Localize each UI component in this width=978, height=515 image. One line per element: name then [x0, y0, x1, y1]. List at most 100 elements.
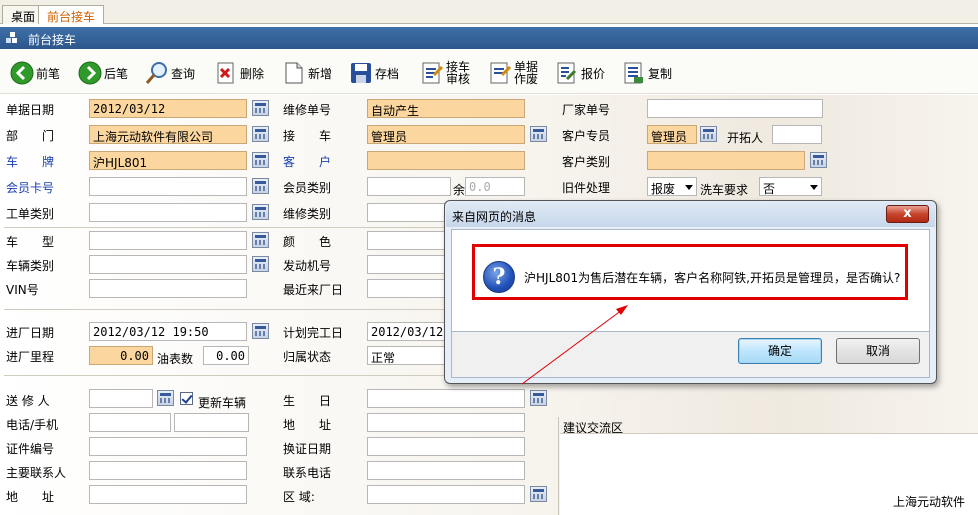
- wash-select[interactable]: 否: [759, 177, 822, 196]
- contact-field[interactable]: [89, 461, 247, 480]
- customer-agent-label: 客户专员: [562, 129, 611, 143]
- repair-no-label: 维修单号: [283, 103, 332, 117]
- status-field[interactable]: 正常: [367, 346, 451, 365]
- old-parts-select[interactable]: 报废: [647, 177, 697, 196]
- dropdown-arrow-icon: [810, 185, 818, 190]
- plate-lookup-icon[interactable]: [252, 152, 269, 168]
- window-title-bar: 前台接车: [0, 27, 978, 49]
- address2-label: 地 址: [6, 490, 55, 504]
- member-card-field[interactable]: [89, 177, 247, 196]
- region-lookup-icon[interactable]: [530, 486, 547, 502]
- doc-date-field[interactable]: 2012/03/12: [89, 99, 247, 118]
- address1-field[interactable]: [367, 413, 525, 432]
- customer-agent-lookup-icon[interactable]: [700, 126, 717, 142]
- audit-button[interactable]: 接车 审核: [420, 58, 470, 88]
- sender-lookup-icon[interactable]: [157, 390, 174, 406]
- factory-no-label: 厂家单号: [562, 103, 611, 117]
- sender-field[interactable]: [89, 389, 153, 408]
- renew-date-label: 换证日期: [283, 442, 332, 456]
- window-title: 前台接车: [28, 33, 77, 47]
- repair-type-field[interactable]: [367, 203, 451, 222]
- arrow-right-icon: [78, 61, 102, 85]
- department-field[interactable]: 上海元动软件有限公司: [89, 125, 247, 144]
- birthday-label: 生 日: [283, 394, 332, 408]
- member-card-lookup-icon[interactable]: [252, 178, 269, 194]
- in-date-field[interactable]: 2012/03/12 19:50: [89, 322, 247, 341]
- renew-date-field[interactable]: [367, 437, 525, 456]
- copy-button[interactable]: 复制: [622, 58, 672, 88]
- customer-field[interactable]: [367, 151, 525, 170]
- ok-button[interactable]: 确定: [738, 338, 822, 364]
- birthday-calendar-icon[interactable]: [530, 390, 547, 406]
- receiver-label: 接 车: [283, 129, 332, 143]
- customer-type-field[interactable]: [647, 151, 805, 170]
- void-doc-icon: [490, 62, 512, 84]
- update-vehicle-label: 更新车辆: [198, 396, 247, 410]
- id-no-field[interactable]: [89, 437, 247, 456]
- member-type-label: 会员类别: [283, 181, 332, 195]
- dialog-footer: 确定 取消: [451, 332, 930, 378]
- department-lookup-icon[interactable]: [252, 126, 269, 142]
- engine-no-field[interactable]: [367, 255, 451, 274]
- model-lookup-icon[interactable]: [252, 232, 269, 248]
- vehicle-type-lookup-icon[interactable]: [252, 256, 269, 272]
- developer-field[interactable]: [772, 125, 822, 144]
- wash-label: 洗车要求: [700, 183, 749, 197]
- mobile-field[interactable]: [174, 413, 249, 432]
- vin-label: VIN号: [6, 283, 39, 297]
- cancel-button[interactable]: 取消: [836, 338, 920, 364]
- calendar-icon[interactable]: [252, 100, 269, 116]
- color-field[interactable]: [367, 231, 451, 250]
- customer-agent-field[interactable]: 管理员: [647, 125, 697, 144]
- plate-field[interactable]: 沪HJL801: [89, 151, 247, 170]
- contact-phone-label: 联系电话: [283, 466, 332, 480]
- model-field[interactable]: [89, 231, 247, 250]
- region-field[interactable]: [367, 485, 525, 504]
- customer-type-label: 客户类别: [562, 155, 611, 169]
- tab-front-reception[interactable]: 前台接车: [38, 5, 105, 24]
- birthday-field[interactable]: [367, 389, 525, 408]
- old-parts-label: 旧件处理: [562, 181, 611, 195]
- fuel-field[interactable]: 0.00: [203, 346, 249, 365]
- last-visit-field[interactable]: [367, 279, 451, 298]
- contact-phone-field[interactable]: [367, 461, 525, 480]
- next-button[interactable]: 后笔: [78, 58, 128, 88]
- vehicle-type-label: 车辆类别: [6, 259, 55, 273]
- quote-button[interactable]: 报价: [555, 58, 605, 88]
- repair-no-field[interactable]: 自动产生: [367, 99, 525, 118]
- work-type-field[interactable]: [89, 203, 247, 222]
- save-button[interactable]: 存档: [349, 58, 399, 88]
- dropdown-arrow-icon: [685, 185, 693, 190]
- phone-field[interactable]: [89, 413, 171, 432]
- work-type-lookup-icon[interactable]: [252, 204, 269, 220]
- checklist-icon: [422, 62, 444, 84]
- department-label: 部 门: [6, 129, 55, 143]
- doc-date-label: 单据日期: [6, 103, 55, 117]
- void-button[interactable]: 单据 作废: [488, 58, 538, 88]
- customer-type-lookup-icon[interactable]: [810, 152, 827, 168]
- query-button[interactable]: 查询: [145, 58, 195, 88]
- plan-done-field[interactable]: 2012/03/12 2: [367, 322, 451, 341]
- in-date-label: 进厂日期: [6, 326, 55, 340]
- receiver-field[interactable]: 管理员: [367, 125, 525, 144]
- in-date-calendar-icon[interactable]: [252, 323, 269, 339]
- tab-strip: 桌面 前台接车: [0, 0, 978, 24]
- prev-button[interactable]: 前笔: [10, 58, 60, 88]
- update-vehicle-checkbox[interactable]: [180, 392, 193, 405]
- close-icon[interactable]: x: [886, 205, 929, 223]
- member-type-field[interactable]: [367, 177, 451, 196]
- phone-label: 电话/手机: [6, 418, 59, 432]
- floppy-icon: [351, 63, 371, 83]
- address2-field[interactable]: [89, 485, 247, 504]
- receiver-lookup-icon[interactable]: [530, 126, 547, 142]
- plate-label: 车 牌: [6, 155, 55, 169]
- vin-field[interactable]: [89, 279, 247, 298]
- last-visit-label: 最近来厂日: [283, 283, 344, 297]
- plan-done-label: 计划完工日: [283, 326, 344, 340]
- new-button[interactable]: 新增: [282, 58, 332, 88]
- mileage-field[interactable]: 0.00: [89, 346, 153, 365]
- vehicle-type-field[interactable]: [89, 255, 247, 274]
- factory-no-field[interactable]: [647, 99, 823, 118]
- delete-button[interactable]: 删除: [214, 58, 264, 88]
- developer-label: 开拓人: [727, 131, 764, 145]
